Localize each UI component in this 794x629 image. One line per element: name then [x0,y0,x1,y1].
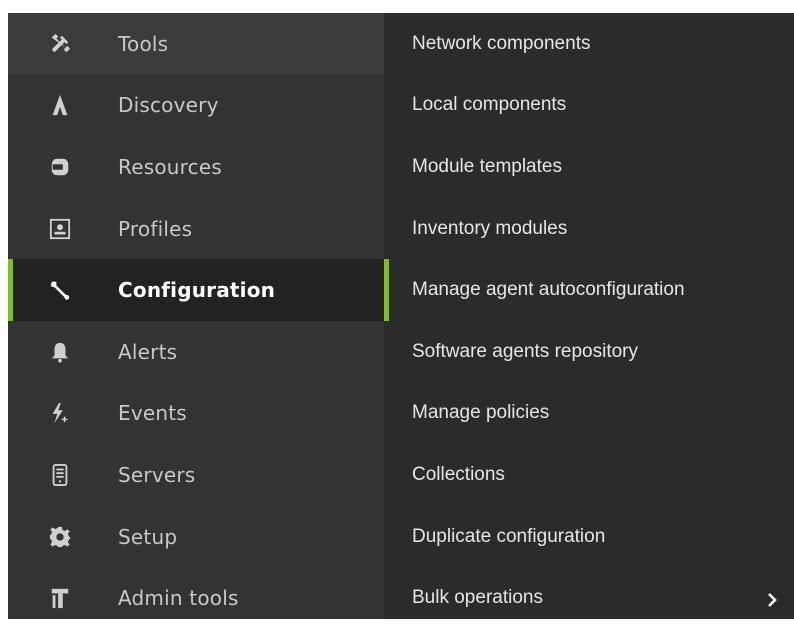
submenu-item-manage-policies[interactable]: Manage policies [384,383,794,445]
submenu-item-local-components[interactable]: Local components [384,75,794,137]
admin-tools-icon [48,586,72,610]
active-indicator [8,259,13,321]
main-menu: Tools Discovery Resources Profiles Confi… [8,13,384,619]
main-menu-item-alerts[interactable]: Alerts [8,321,384,383]
main-menu-item-setup[interactable]: Setup [8,506,384,568]
main-menu-label: Setup [118,524,178,549]
submenu-label: Software agents repository [412,340,639,362]
main-menu-item-tools[interactable]: Tools [8,13,384,75]
main-menu-label: Discovery [118,93,219,118]
main-menu-label: Events [118,401,187,426]
submenu-item-manage-agent-autoconfiguration[interactable]: Manage agent autoconfiguration [384,259,794,321]
profile-icon [48,217,72,241]
discovery-icon [48,93,72,117]
main-menu-label: Alerts [118,339,178,364]
submenu-label: Bulk operations [412,587,543,609]
bell-icon [48,340,72,364]
main-menu-label: Tools [118,31,169,56]
main-menu-item-profiles[interactable]: Profiles [8,198,384,260]
submenu-label: Inventory modules [412,217,568,239]
tools-icon [48,32,72,56]
submenu-label: Manage policies [412,402,550,424]
main-menu-label: Configuration [118,278,276,303]
main-menu-label: Admin tools [118,586,239,611]
main-menu-item-admin-tools[interactable]: Admin tools [8,567,384,629]
submenu-item-inventory-modules[interactable]: Inventory modules [384,198,794,260]
submenu-label: Collections [412,463,505,485]
main-menu-item-configuration[interactable]: Configuration [8,259,384,321]
submenu-item-collections[interactable]: Collections [384,444,794,506]
resources-icon [48,155,72,179]
main-menu-label: Servers [118,462,196,487]
chevron-right-icon [766,592,778,608]
main-menu-item-servers[interactable]: Servers [8,444,384,506]
submenu-label: Manage agent autoconfiguration [412,279,685,301]
configuration-submenu: Network components Local components Modu… [384,13,794,619]
wrench-icon [48,278,72,302]
submenu-label: Local components [412,94,567,116]
server-icon [48,463,72,487]
main-menu-label: Profiles [118,216,193,241]
submenu-label: Module templates [412,155,562,177]
app-frame: Tools Discovery Resources Profiles Confi… [0,0,794,619]
submenu-label: Duplicate configuration [412,525,606,547]
submenu-label: Network components [412,32,591,54]
active-indicator [384,259,389,321]
main-menu-item-events[interactable]: Events [8,383,384,445]
submenu-item-duplicate-configuration[interactable]: Duplicate configuration [384,506,794,568]
submenu-item-bulk-operations[interactable]: Bulk operations [384,567,794,629]
submenu-item-module-templates[interactable]: Module templates [384,136,794,198]
main-menu-label: Resources [118,154,222,179]
gear-icon [48,525,72,549]
events-bolt-icon [48,401,72,425]
submenu-item-software-agents-repository[interactable]: Software agents repository [384,321,794,383]
main-menu-item-resources[interactable]: Resources [8,136,384,198]
main-menu-item-discovery[interactable]: Discovery [8,75,384,137]
submenu-item-network-components[interactable]: Network components [384,13,794,75]
